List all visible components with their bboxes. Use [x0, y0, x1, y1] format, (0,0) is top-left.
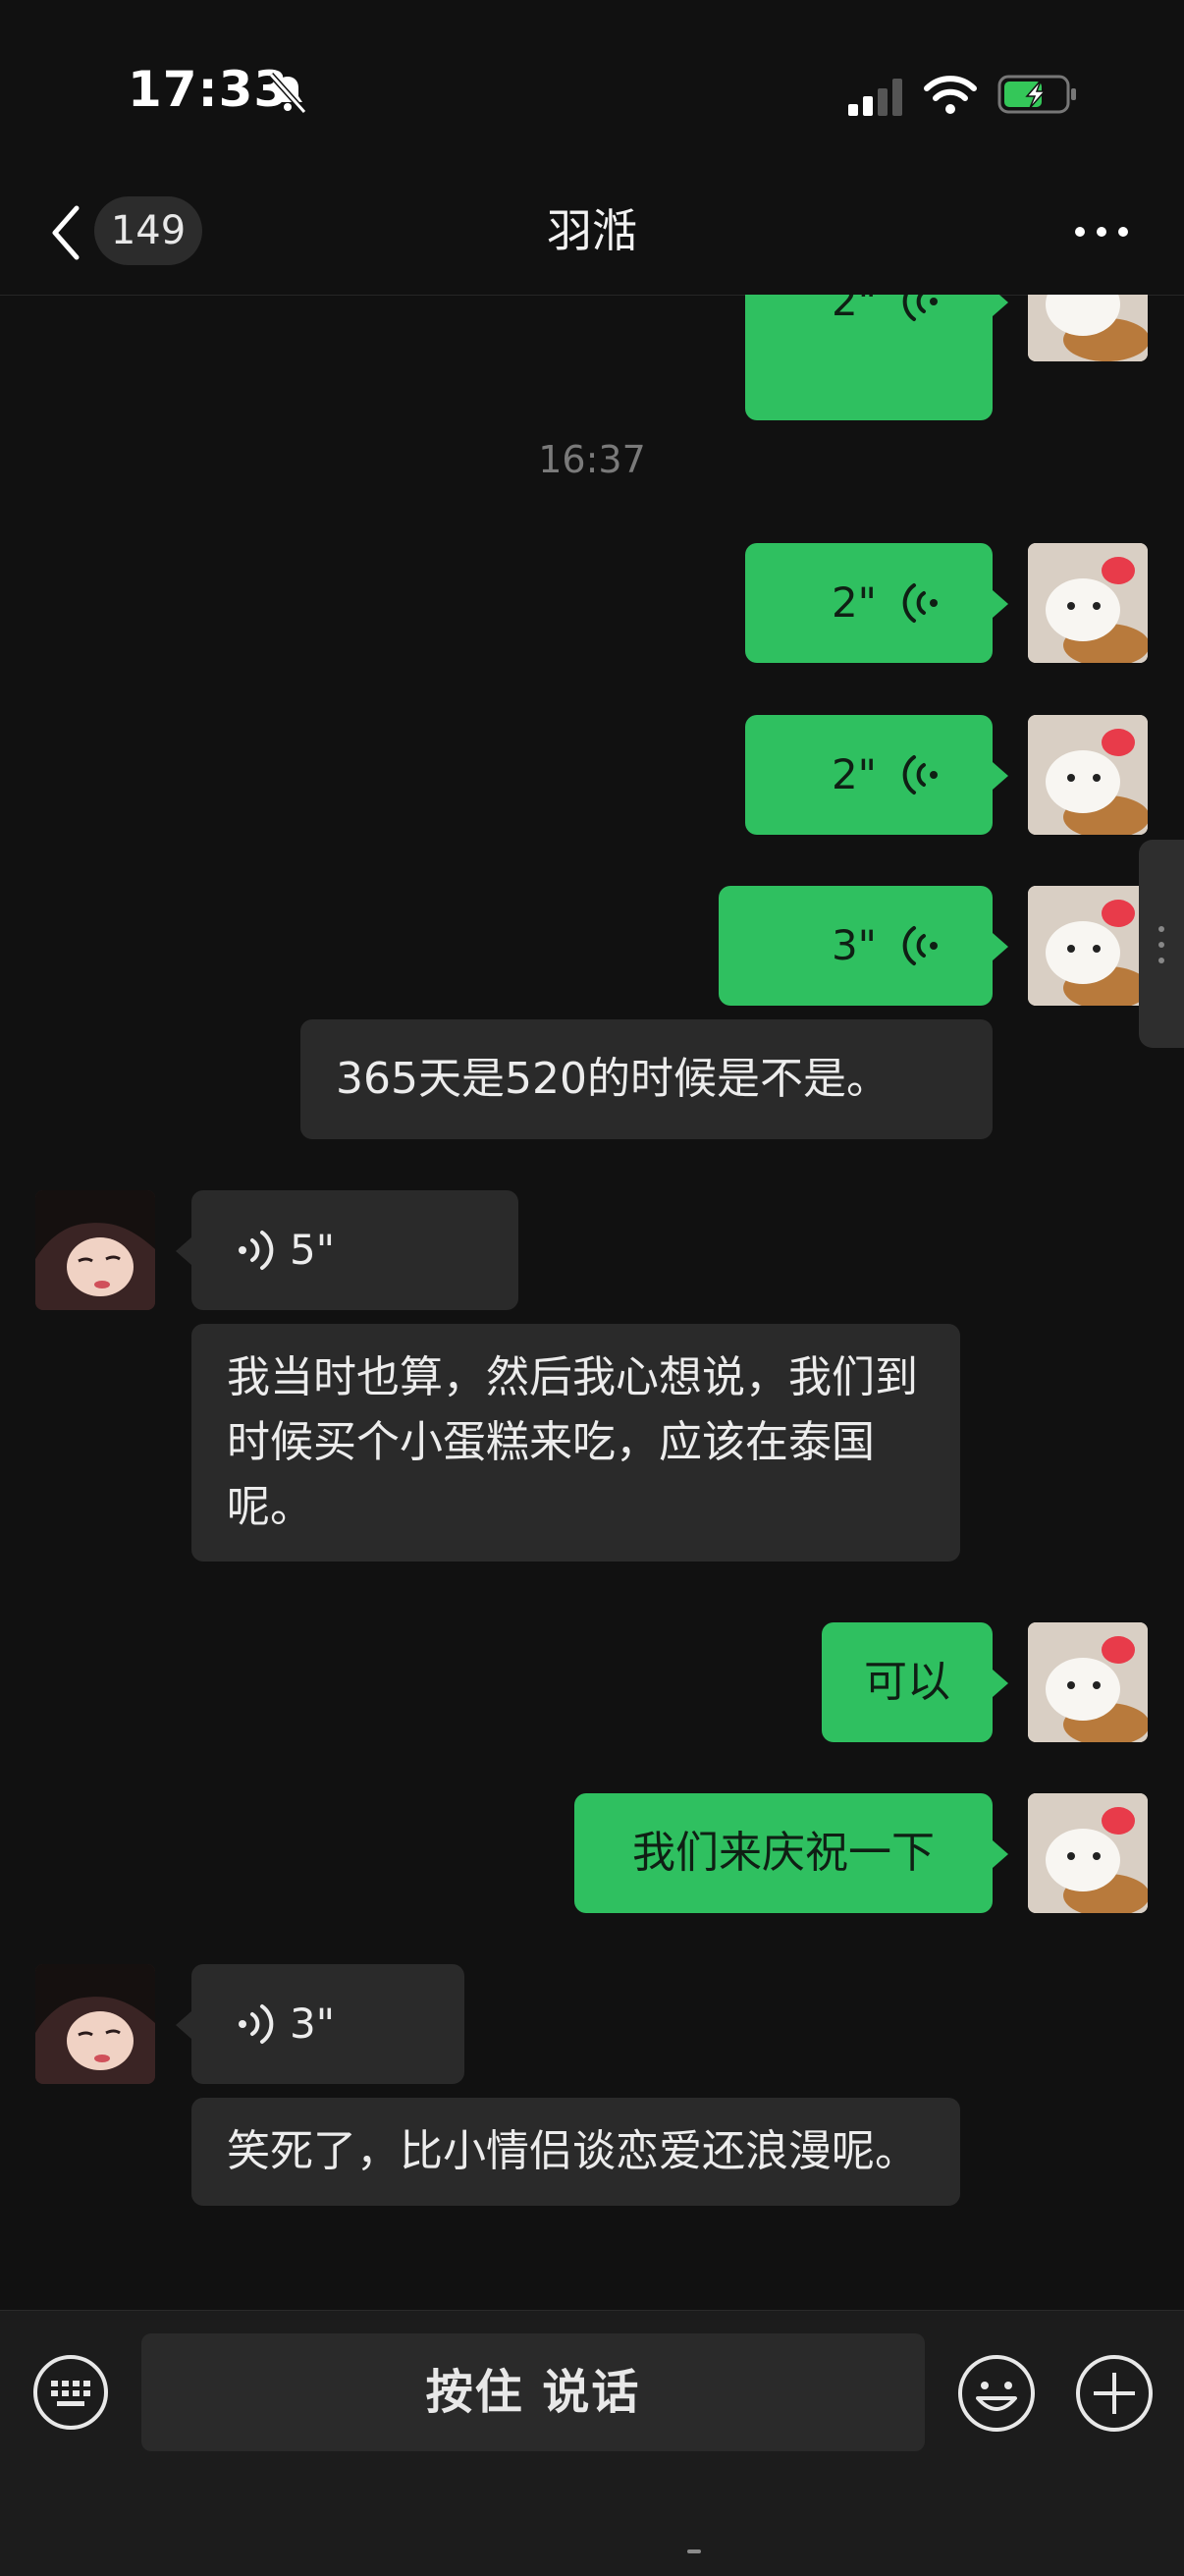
emoji-icon[interactable]	[956, 2353, 1037, 2434]
message-text: 我们来庆祝一下	[632, 1828, 935, 1878]
wifi-icon	[924, 76, 977, 114]
drag-dots-icon	[1158, 926, 1164, 963]
voice-duration: 5"	[290, 1226, 336, 1274]
text-message-bubble[interactable]: 可以	[822, 1622, 1008, 1742]
voice-message-bubble[interactable]: 2"	[745, 543, 1008, 663]
voice-duration: 3"	[290, 2000, 336, 2048]
voice-message-bubble[interactable]: 5"	[176, 1190, 518, 1310]
my-avatar[interactable]	[1028, 715, 1148, 835]
voice-wave-icon	[902, 583, 938, 623]
battery-charging-icon	[997, 75, 1076, 114]
voice-transcript: 笑死了，比小情侣谈恋爱还浪漫呢。	[191, 2098, 960, 2206]
voice-wave-icon	[902, 755, 938, 795]
voice-wave-icon	[902, 926, 938, 965]
voice-message-bubble[interactable]: 3"	[176, 1964, 464, 2084]
voice-duration: 2"	[831, 578, 877, 627]
voice-wave-icon	[239, 2004, 274, 2044]
contact-avatar[interactable]	[35, 1964, 155, 2084]
message-text: 可以	[864, 1657, 950, 1707]
signal-icon	[848, 79, 902, 116]
my-avatar[interactable]	[1028, 1793, 1148, 1913]
voice-transcript: 我当时也算，然后我心想说，我们到时候买个小蛋糕来吃，应该在泰国呢。	[191, 1324, 960, 1562]
my-avatar[interactable]	[1028, 543, 1148, 663]
voice-duration: 2"	[831, 750, 877, 798]
voice-wave-icon	[239, 1231, 274, 1270]
my-avatar[interactable]	[1028, 1622, 1148, 1742]
voice-duration: 3"	[831, 921, 877, 969]
chat-title: 羽湉	[547, 204, 637, 257]
plus-icon[interactable]	[1074, 2353, 1155, 2434]
hold-to-talk-button[interactable]: 按住 说话	[141, 2333, 925, 2451]
unread-count-badge[interactable]: 149	[94, 196, 202, 265]
voice-transcript: 365天是520的时候是不是。	[300, 1019, 993, 1139]
keyboard-icon[interactable]	[31, 2353, 110, 2432]
voice-message-bubble[interactable]: 3"	[719, 886, 1008, 1006]
bell-muted-icon	[268, 72, 307, 115]
time-separator: 16:37	[538, 438, 646, 481]
contact-avatar[interactable]	[35, 1190, 155, 1310]
text-message-bubble[interactable]: 我们来庆祝一下	[574, 1793, 1008, 1913]
back-chevron-icon[interactable]	[45, 200, 84, 265]
my-avatar[interactable]	[1028, 886, 1148, 1006]
more-icon[interactable]	[1072, 222, 1131, 242]
voice-message-bubble[interactable]: 2"	[745, 715, 1008, 835]
home-indicator	[687, 2549, 701, 2553]
